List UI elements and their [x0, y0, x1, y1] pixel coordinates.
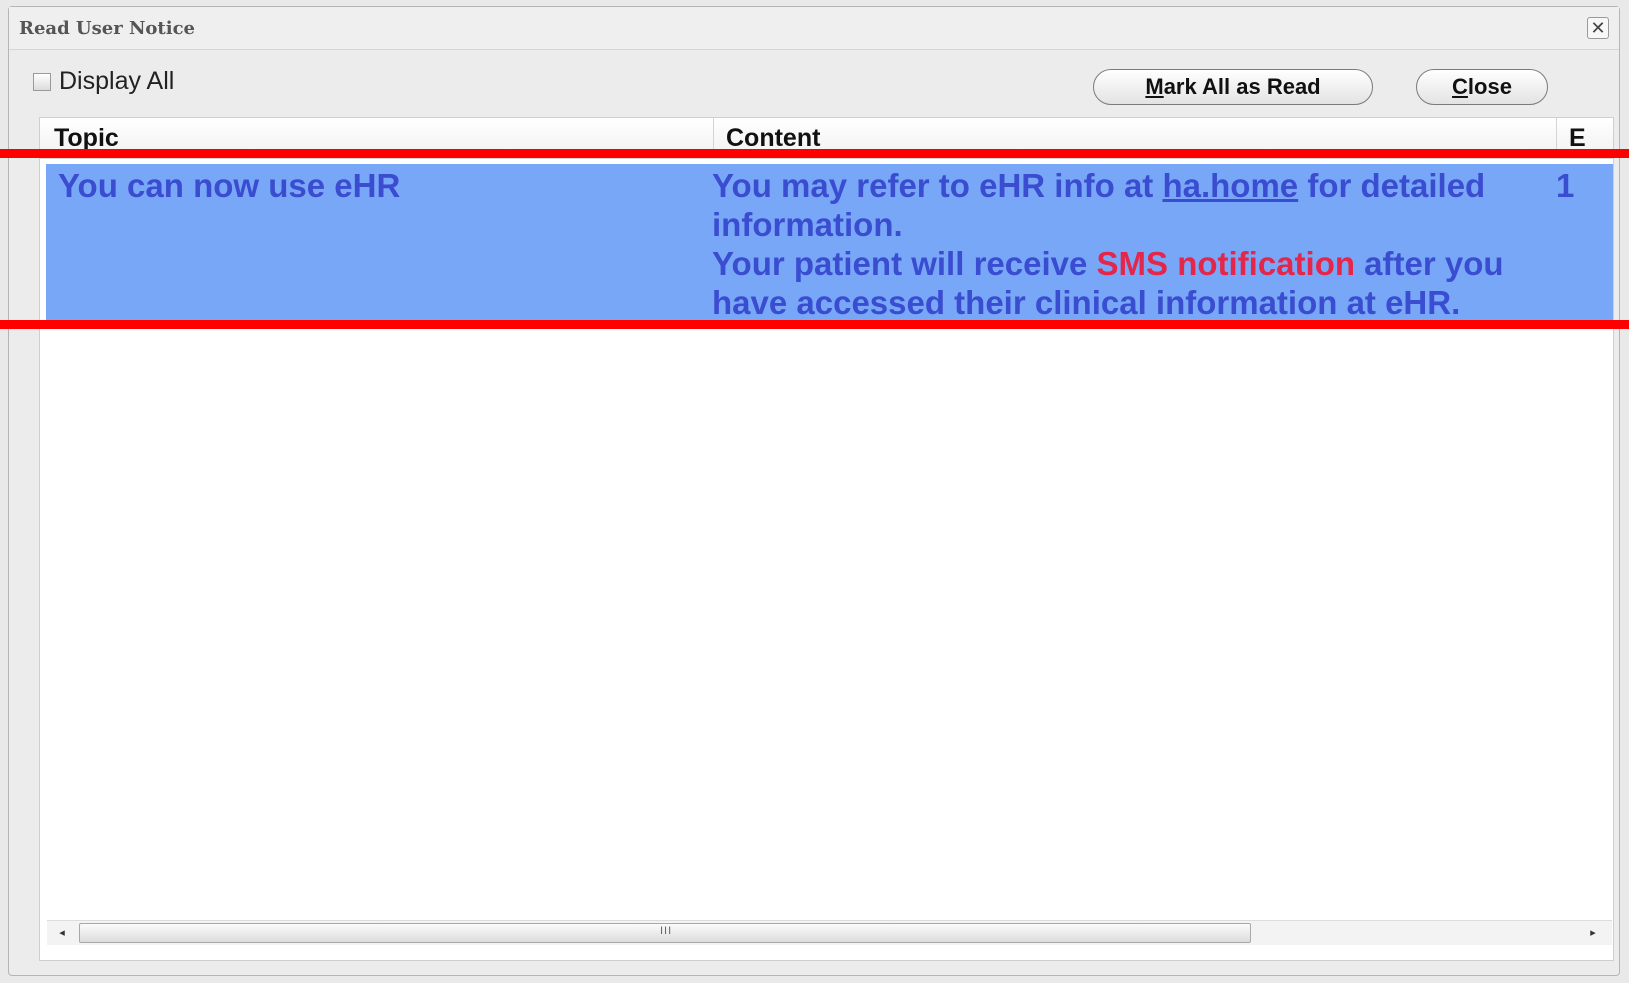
horizontal-scrollbar[interactable]: ◂ III ▸ — [47, 920, 1612, 945]
close-mnemonic: C — [1452, 74, 1468, 99]
close-button[interactable]: Close — [1416, 69, 1548, 105]
scroll-right-icon[interactable]: ▸ — [1586, 925, 1600, 941]
ha-home-link[interactable]: ha.home — [1162, 167, 1298, 204]
display-all-toggle[interactable]: Display All — [33, 67, 174, 96]
display-all-checkbox[interactable] — [33, 72, 51, 91]
sms-notification-text: SMS notification — [1096, 245, 1356, 282]
close-icon[interactable]: ✕ — [1587, 17, 1609, 39]
mark-all-mnemonic: M — [1145, 74, 1164, 99]
mark-all-label: ark All as Read — [1163, 74, 1321, 99]
annotation-line-top — [0, 149, 1629, 158]
title-bar: Read User Notice ✕ — [9, 7, 1619, 50]
row-topic: You can now use eHR — [58, 167, 401, 204]
notice-table: Topic Content E You can now use eHR You … — [39, 117, 1614, 961]
screen: Read User Notice ✕ Display All Mark All … — [0, 0, 1629, 983]
row-extra: 1 — [1556, 167, 1575, 204]
annotation-line-bottom — [0, 320, 1629, 329]
content-text: You may refer to eHR info at — [712, 167, 1163, 204]
toolbar: Display All Mark All as Read Close — [23, 57, 1605, 109]
dialog-title: Read User Notice — [19, 18, 195, 39]
scrollbar-thumb[interactable]: III — [79, 923, 1251, 943]
close-label: lose — [1467, 74, 1512, 99]
content-text: Your patient will receive — [712, 245, 1097, 282]
display-all-label: Display All — [59, 67, 175, 95]
mark-all-as-read-button[interactable]: Mark All as Read — [1093, 69, 1373, 105]
grip-icon: III — [660, 925, 673, 937]
table-row[interactable]: You can now use eHR You may refer to eHR… — [46, 164, 1613, 326]
scroll-left-icon[interactable]: ◂ — [55, 925, 69, 941]
row-content: You may refer to eHR info at ha.home for… — [712, 166, 1542, 322]
